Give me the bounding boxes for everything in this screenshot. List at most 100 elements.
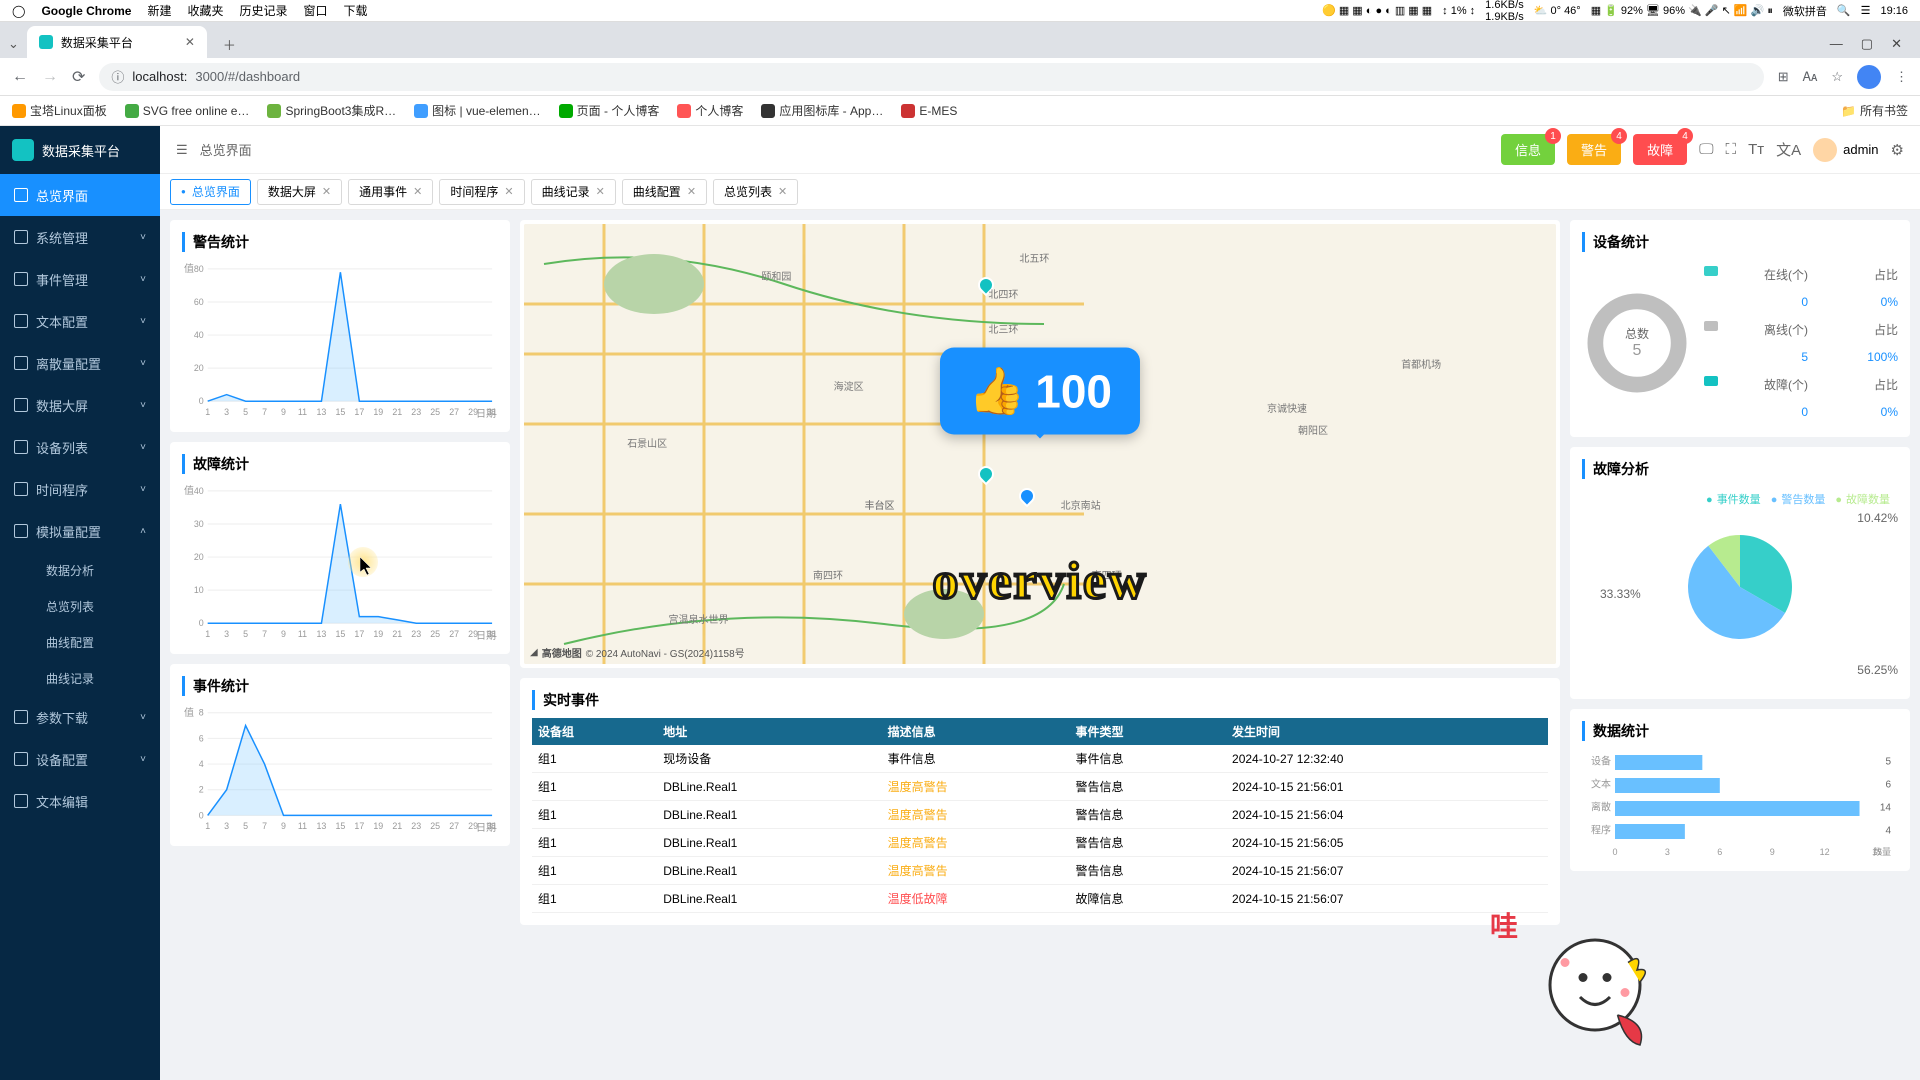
close-tab-icon[interactable]: ✕ <box>185 35 195 49</box>
table-row[interactable]: 组1DBLine.Real1温度高警告警告信息2024-10-15 21:56:… <box>532 829 1548 857</box>
table-row[interactable]: 组1现场设备事件信息事件信息2024-10-27 12:32:40 <box>532 745 1548 773</box>
all-bookmarks[interactable]: 📁 所有书签 <box>1841 102 1908 119</box>
device-stat-row: 00% <box>1704 289 1898 315</box>
page-tab[interactable]: 曲线配置✕ <box>622 179 707 205</box>
close-tab-icon[interactable]: ✕ <box>413 185 422 198</box>
app-logo[interactable]: 数据采集平台 <box>0 126 160 174</box>
svg-text:21: 21 <box>392 629 402 639</box>
table-row[interactable]: 组1DBLine.Real1温度高警告警告信息2024-10-15 21:56:… <box>532 773 1548 801</box>
map-place-label: 北四环 <box>988 286 1018 301</box>
sidebar-item-4[interactable]: 离散量配置˅ <box>0 342 160 384</box>
chrome-menu-icon[interactable]: ⋮ <box>1895 69 1908 85</box>
menu-window[interactable]: 窗口 <box>304 2 328 19</box>
sidebar-item-0[interactable]: 总览界面 <box>0 174 160 216</box>
back-button[interactable]: ← <box>12 68 28 86</box>
bookmark-item[interactable]: SVG free online e… <box>125 104 250 118</box>
info-button[interactable]: 信息1 <box>1501 134 1555 165</box>
sidebar-item-1[interactable]: 系统管理˅ <box>0 216 160 258</box>
close-tab-icon[interactable]: ✕ <box>596 185 605 198</box>
app-name-menubar[interactable]: Google Chrome <box>41 4 131 18</box>
ime[interactable]: 微软拼音 <box>1783 3 1827 19</box>
page-tab[interactable]: 通用事件✕ <box>348 179 433 205</box>
forward-button[interactable]: → <box>42 68 58 86</box>
qr-icon[interactable]: ⊞ <box>1778 69 1789 85</box>
page-tab[interactable]: 总览界面 <box>170 179 251 205</box>
menu-history[interactable]: 历史记录 <box>239 2 287 19</box>
profile-avatar[interactable] <box>1857 65 1881 89</box>
screen-icon[interactable]: 🖵 <box>1699 141 1713 158</box>
user-menu[interactable]: admin <box>1813 138 1878 162</box>
map-view[interactable]: 颐和园海淀区北三环北四环北五环石景山区丰台区南四环南四环朝阳区首都机场丰台区京诚… <box>524 224 1556 664</box>
close-tab-icon[interactable]: ✕ <box>778 185 787 198</box>
tab-title: 数据采集平台 <box>61 34 133 51</box>
menu-new[interactable]: 新建 <box>147 2 171 19</box>
bookmark-item[interactable]: E-MES <box>901 104 957 118</box>
page-tab[interactable]: 曲线记录✕ <box>531 179 616 205</box>
macos-menubar: ◯ Google Chrome 新建 收藏夹 历史记录 窗口 下载 🟡 ▦ ▦ … <box>0 0 1920 22</box>
page-tab[interactable]: 时间程序✕ <box>439 179 524 205</box>
svg-text:23: 23 <box>411 821 421 831</box>
sidebar-item-7[interactable]: 时间程序˅ <box>0 468 160 510</box>
page-tab[interactable]: 数据大屏✕ <box>257 179 342 205</box>
sidebar-item-10[interactable]: 设备配置˅ <box>0 738 160 780</box>
svg-text:23: 23 <box>411 629 421 639</box>
sidebar-item-5[interactable]: 数据大屏˅ <box>0 384 160 426</box>
svg-text:60: 60 <box>194 297 204 307</box>
sidebar-item-11[interactable]: 文本编辑 <box>0 780 160 822</box>
reload-button[interactable]: ⟳ <box>72 67 85 87</box>
language-icon[interactable]: 文A <box>1776 139 1801 160</box>
warn-button[interactable]: 警告4 <box>1567 134 1621 165</box>
sidebar-item-8[interactable]: 模拟量配置˄ <box>0 510 160 552</box>
window-close[interactable]: ✕ <box>1891 36 1902 52</box>
browser-tab[interactable]: 数据采集平台 ✕ <box>27 26 207 58</box>
fault-button[interactable]: 故障4 <box>1633 134 1687 165</box>
svg-text:12: 12 <box>1820 847 1830 857</box>
sidebar-sub-item[interactable]: 曲线配置 <box>0 624 160 660</box>
svg-text:3: 3 <box>224 629 229 639</box>
address-bar[interactable]: ⓘ localhost:3000/#/dashboard <box>99 63 1763 91</box>
sidebar-sub-item[interactable]: 曲线记录 <box>0 660 160 696</box>
menu-fav[interactable]: 收藏夹 <box>187 2 223 19</box>
fontsize-icon[interactable]: Tᴛ <box>1748 141 1764 158</box>
table-row[interactable]: 组1DBLine.Real1温度高警告警告信息2024-10-15 21:56:… <box>532 801 1548 829</box>
sidebar-item-6[interactable]: 设备列表˅ <box>0 426 160 468</box>
like-badge: 👍 100 <box>940 348 1140 435</box>
bookmark-item[interactable]: SpringBoot3集成R… <box>267 102 396 119</box>
bookmark-star-icon[interactable]: ☆ <box>1831 69 1843 85</box>
map-place-label: 京诚快速 <box>1267 400 1307 415</box>
sidebar-sub-item[interactable]: 总览列表 <box>0 588 160 624</box>
bookmark-item[interactable]: 个人博客 <box>677 102 743 119</box>
close-tab-icon[interactable]: ✕ <box>322 185 331 198</box>
svg-text:9: 9 <box>281 821 286 831</box>
svg-text:13: 13 <box>316 407 326 417</box>
close-tab-icon[interactable]: ✕ <box>504 185 513 198</box>
sidebar-sub-item[interactable]: 数据分析 <box>0 552 160 588</box>
table-row[interactable]: 组1DBLine.Real1温度高警告警告信息2024-10-15 21:56:… <box>532 857 1548 885</box>
sidebar-toggle-icon[interactable]: ☰ <box>176 142 188 158</box>
fullscreen-icon[interactable]: ⛶ <box>1726 141 1737 158</box>
svg-text:0: 0 <box>199 618 204 628</box>
control-center-icon[interactable]: ☰ <box>1861 4 1871 17</box>
search-icon[interactable]: 🔍 <box>1837 4 1851 17</box>
tab-dropdown[interactable]: ⌄ <box>8 36 27 58</box>
sidebar-item-9[interactable]: 参数下载˅ <box>0 696 160 738</box>
translate-icon[interactable]: 🗛 <box>1803 69 1818 85</box>
close-tab-icon[interactable]: ✕ <box>687 185 696 198</box>
bookmark-item[interactable]: 宝塔Linux面板 <box>12 102 107 119</box>
bookmark-item[interactable]: 图标 | vue-elemen… <box>414 102 541 119</box>
window-maximize[interactable]: ▢ <box>1861 36 1873 52</box>
sidebar-item-3[interactable]: 文本配置˅ <box>0 300 160 342</box>
bookmark-item[interactable]: 页面 - 个人博客 <box>559 102 660 119</box>
new-tab-button[interactable]: ＋ <box>215 31 244 58</box>
svg-text:17: 17 <box>354 821 364 831</box>
site-info-icon[interactable]: ⓘ <box>111 67 124 86</box>
settings-icon[interactable]: ⚙ <box>1891 141 1904 159</box>
bookmark-item[interactable]: 应用图标库 - App… <box>761 102 883 119</box>
table-row[interactable]: 组1DBLine.Real1温度低故障故障信息2024-10-15 21:56:… <box>532 885 1548 913</box>
window-minimize[interactable]: — <box>1830 36 1843 52</box>
apple-icon[interactable]: ◯ <box>12 4 25 18</box>
page-tab[interactable]: 总览列表✕ <box>713 179 798 205</box>
menu-download[interactable]: 下载 <box>344 2 368 19</box>
event-table: 设备组地址描述信息事件类型发生时间 组1现场设备事件信息事件信息2024-10-… <box>532 718 1548 913</box>
sidebar-item-2[interactable]: 事件管理˅ <box>0 258 160 300</box>
